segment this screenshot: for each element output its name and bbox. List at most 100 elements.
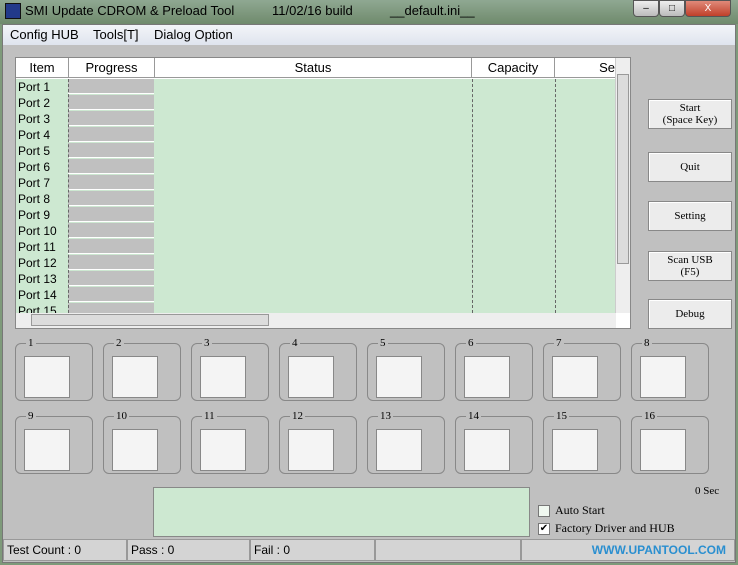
divider (472, 79, 473, 313)
vertical-scrollbar[interactable] (615, 58, 630, 313)
status-panel (375, 539, 521, 561)
table-row[interactable]: Port 11 (16, 239, 616, 255)
auto-start-checkbox[interactable] (538, 505, 550, 517)
progress-cell (68, 159, 154, 174)
slot-indicator (376, 356, 422, 398)
factory-label: Factory Driver and HUB (555, 521, 675, 535)
table-row[interactable]: Port 6 (16, 159, 616, 175)
port-label: Port 8 (18, 192, 51, 206)
port-label: Port 12 (18, 256, 57, 270)
table-row[interactable]: Port 2 (16, 95, 616, 111)
header-status[interactable]: Status (155, 58, 472, 78)
progress-cell (68, 255, 154, 270)
slot-number: 12 (290, 410, 305, 422)
port-slot: 9 (15, 410, 93, 474)
header-progress[interactable]: Progress (69, 58, 155, 78)
header-se[interactable]: Se (555, 58, 616, 78)
factory-checkbox[interactable]: ✔ (538, 523, 550, 535)
port-label: Port 11 (18, 240, 56, 254)
progress-cell (68, 127, 154, 142)
start-button[interactable]: Start (Space Key) (648, 99, 732, 129)
slot-number: 2 (114, 337, 124, 349)
port-label: Port 3 (18, 112, 51, 126)
slot-indicator (288, 429, 334, 471)
scan-usb-button[interactable]: Scan USB (F5) (648, 251, 732, 281)
port-label: Port 9 (18, 208, 51, 222)
menu-config-hub[interactable]: Config HUB (10, 27, 79, 42)
pass-count: Pass : 0 (127, 539, 250, 561)
build-label: 11/02/16 build (272, 3, 353, 18)
slot-number: 13 (378, 410, 393, 422)
table-row[interactable]: Port 9 (16, 207, 616, 223)
table-row[interactable]: Port 10 (16, 223, 616, 239)
table-row[interactable]: Port 8 (16, 191, 616, 207)
port-label: Port 5 (18, 144, 51, 158)
table-row[interactable]: Port 7 (16, 175, 616, 191)
port-slot: 1 (15, 337, 93, 401)
port-label: Port 4 (18, 128, 51, 142)
table-body: Port 1 Port 2 Port 3 Port 4 Port 5 Port 6 Port… (16, 79, 616, 318)
progress-cell (68, 239, 154, 254)
table-row[interactable]: Port 4 (16, 127, 616, 143)
slot-indicator (200, 356, 246, 398)
progress-cell (68, 111, 154, 126)
slot-number: 16 (642, 410, 657, 422)
menu-tools[interactable]: Tools[T] (93, 27, 139, 42)
port-slot: 7 (543, 337, 621, 401)
slot-number: 7 (554, 337, 564, 349)
port-label: Port 2 (18, 96, 51, 110)
test-count: Test Count : 0 (3, 539, 127, 561)
slot-indicator (200, 429, 246, 471)
port-label: Port 14 (18, 288, 57, 302)
slot-indicator (24, 356, 70, 398)
port-slot: 8 (631, 337, 709, 401)
port-slot: 12 (279, 410, 357, 474)
app-icon (5, 3, 21, 19)
progress-cell (68, 271, 154, 286)
port-slot: 2 (103, 337, 181, 401)
header-item[interactable]: Item (16, 58, 69, 78)
slot-number: 14 (466, 410, 481, 422)
port-label: Port 6 (18, 160, 51, 174)
slot-indicator (640, 429, 686, 471)
slot-number: 8 (642, 337, 652, 349)
quit-button[interactable]: Quit (648, 152, 732, 182)
close-button[interactable]: X (685, 0, 731, 17)
debug-button[interactable]: Debug (648, 299, 732, 329)
port-slot: 14 (455, 410, 533, 474)
port-label: Port 10 (18, 224, 57, 238)
maximize-button[interactable]: □ (659, 0, 685, 17)
progress-cell (68, 191, 154, 206)
table-row[interactable]: Port 14 (16, 287, 616, 303)
port-slot: 6 (455, 337, 533, 401)
table-row[interactable]: Port 5 (16, 143, 616, 159)
minimize-button[interactable]: – (633, 0, 659, 17)
slot-indicator (24, 429, 70, 471)
table-row[interactable]: Port 12 (16, 255, 616, 271)
scroll-thumb[interactable] (617, 74, 629, 264)
slot-number: 3 (202, 337, 212, 349)
scroll-thumb[interactable] (31, 314, 269, 326)
port-slot: 15 (543, 410, 621, 474)
header-capacity[interactable]: Capacity (472, 58, 555, 78)
progress-cell (68, 287, 154, 302)
progress-cell (68, 223, 154, 238)
table-row[interactable]: Port 3 (16, 111, 616, 127)
title-bar: SMI Update CDROM & Preload Tool 11/02/16… (0, 0, 738, 24)
setting-button[interactable]: Setting (648, 201, 732, 231)
horizontal-scrollbar[interactable] (16, 313, 616, 328)
slot-number: 1 (26, 337, 36, 349)
menu-dialog-option[interactable]: Dialog Option (154, 27, 233, 42)
port-label: Port 1 (18, 80, 51, 94)
log-box (153, 487, 530, 537)
app-title: SMI Update CDROM & Preload Tool (25, 3, 235, 18)
port-slot: 5 (367, 337, 445, 401)
port-slot: 3 (191, 337, 269, 401)
table-row[interactable]: Port 1 (16, 79, 616, 95)
port-table: Item Progress Status Capacity Se Port 1 P… (15, 57, 631, 329)
slot-indicator (640, 356, 686, 398)
port-label: Port 13 (18, 272, 57, 286)
slot-number: 5 (378, 337, 388, 349)
table-row[interactable]: Port 13 (16, 271, 616, 287)
progress-cell (68, 175, 154, 190)
